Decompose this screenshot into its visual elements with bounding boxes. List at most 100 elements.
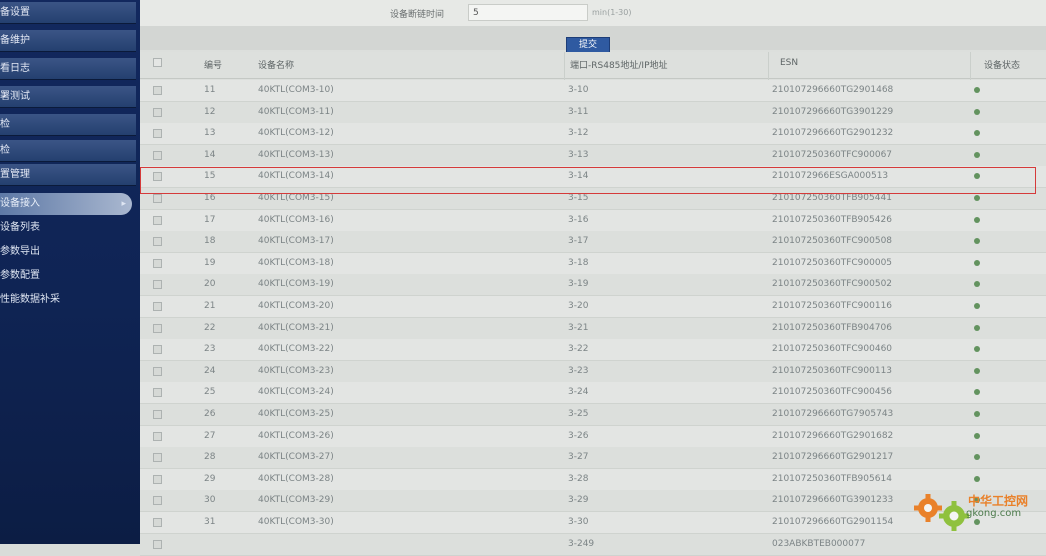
sidebar-subitem-label: 设备列表	[0, 222, 40, 233]
sidebar-subitem-3[interactable]: 参数配置	[0, 265, 136, 287]
sidebar-section-1[interactable]: 备维护	[0, 30, 136, 52]
row-checkbox[interactable]	[153, 345, 162, 355]
table-row[interactable]: 26 40KTL(COM3-25) 3-25 210107296660TG790574…	[140, 404, 1046, 426]
table-row[interactable]: 24 40KTL(COM3-23) 3-23 210107250360TFC90011…	[140, 360, 1046, 383]
row-checkbox[interactable]	[153, 539, 162, 549]
cell-esn: 210107250360TFC900508	[772, 236, 893, 247]
table-row[interactable]: 13 40KTL(COM3-12) 3-12 210107296660TG290123…	[140, 123, 1046, 146]
row-checkbox[interactable]	[153, 474, 162, 484]
sidebar-section-4[interactable]: 检	[0, 114, 136, 136]
watermark-title: 中华工控网	[968, 494, 1029, 508]
cell-port: 3-24	[568, 387, 589, 398]
column-header-status[interactable]: 设备状态	[984, 58, 1020, 71]
sidebar-subitem-1[interactable]: 设备列表	[0, 217, 136, 239]
row-checkbox[interactable]	[153, 107, 162, 117]
cell-no: 30	[204, 495, 216, 506]
table-row[interactable]: 25 40KTL(COM3-24) 3-24 210107250360TFC90045…	[140, 382, 1046, 405]
row-checkbox[interactable]	[153, 323, 162, 333]
row-checkbox[interactable]	[153, 86, 162, 95]
status-online-icon	[974, 108, 980, 115]
row-checkbox[interactable]	[153, 518, 162, 527]
select-all-checkbox[interactable]	[153, 58, 162, 67]
sidebar-section-5[interactable]: 检	[0, 140, 136, 162]
table-row[interactable]: 27 40KTL(COM3-26) 3-26 210107296660TG290168…	[140, 425, 1046, 448]
row-checkbox[interactable]	[153, 280, 162, 290]
column-header-port[interactable]: 端口-RS485地址/IP地址	[570, 58, 668, 71]
sidebar-subitem-2[interactable]: 参数导出	[0, 241, 136, 263]
row-checkbox[interactable]	[153, 237, 162, 247]
cell-device-name: 40KTL(COM3-12)	[258, 128, 334, 139]
cell-port: 3-29	[568, 495, 589, 506]
sidebar-subitem-4[interactable]: 性能数据补采	[0, 289, 136, 311]
table-row[interactable]: 21 40KTL(COM3-20) 3-20 210107250360TFC90011…	[140, 296, 1046, 318]
cell-no: 26	[204, 409, 216, 419]
table-row[interactable]: 23 40KTL(COM3-22) 3-22 210107250360TFC90046…	[140, 339, 1046, 362]
cell-device-name: 40KTL(COM3-24)	[258, 387, 334, 398]
cell-esn: 210107250360TFC900067	[772, 149, 893, 160]
cell-device-name: 40KTL(COM3-25)	[258, 409, 334, 419]
row-checkbox[interactable]	[153, 302, 162, 311]
table-row[interactable]: 18 40KTL(COM3-17) 3-17 210107250360TFC90050…	[140, 231, 1046, 254]
sidebar-subitem-label: 设备接入	[0, 198, 40, 209]
cell-device-name: 40KTL(COM3-11)	[258, 106, 334, 117]
row-checkbox[interactable]	[153, 453, 162, 463]
cell-device-name: 40KTL(COM3-27)	[258, 452, 334, 463]
sidebar-section-0[interactable]: 备设置	[0, 2, 136, 24]
disconnect-time-input[interactable]: 5	[468, 4, 588, 21]
sidebar-subitem-0[interactable]: 设备接入 ▸	[0, 193, 132, 215]
row-checkbox[interactable]	[153, 431, 162, 441]
cell-no: 27	[204, 430, 216, 441]
column-header-esn[interactable]: ESN	[780, 58, 798, 68]
cell-port: 3-26	[568, 430, 589, 441]
cell-esn: 210107296660TG3901233	[772, 495, 894, 506]
row-checkbox[interactable]	[153, 258, 162, 268]
cell-port: 3-28	[568, 473, 589, 484]
table-row[interactable]: 20 40KTL(COM3-19) 3-19 210107250360TFC90050…	[140, 274, 1046, 297]
table-row[interactable]: 28 40KTL(COM3-27) 3-27 210107296660TG290121…	[140, 447, 1046, 470]
table-row[interactable]: 11 40KTL(COM3-10) 3-10 210107296660TG290146…	[140, 80, 1046, 102]
cell-device-name: 40KTL(COM3-23)	[258, 365, 334, 376]
watermark-url: gkong.com	[966, 508, 1022, 519]
row-checkbox[interactable]	[153, 496, 162, 506]
cell-port: 3-11	[568, 106, 589, 117]
row-checkbox[interactable]	[153, 410, 162, 419]
status-online-icon	[974, 367, 980, 374]
status-online-icon	[974, 259, 980, 266]
sidebar-section-3[interactable]: 署测试	[0, 86, 136, 108]
row-checkbox[interactable]	[153, 150, 162, 160]
cell-device-name: 40KTL(COM3-18)	[258, 257, 334, 268]
status-online-icon	[974, 324, 980, 331]
column-header-name[interactable]: 设备名称	[258, 58, 294, 71]
cell-no: 24	[204, 365, 216, 376]
cell-port: 3-12	[568, 128, 589, 139]
status-online-icon	[974, 346, 980, 353]
cell-no: 17	[204, 214, 216, 225]
table-row[interactable]: 19 40KTL(COM3-18) 3-18 210107250360TFC90000…	[140, 252, 1046, 275]
column-header-no[interactable]: 编号	[204, 58, 222, 71]
table-header: 编号 设备名称 端口-RS485地址/IP地址 ESN 设备状态	[140, 52, 1046, 79]
row-checkbox[interactable]	[153, 129, 162, 139]
table-row[interactable]: 12 40KTL(COM3-11) 3-11 210107296660TG390122…	[140, 101, 1046, 124]
table-row[interactable]: 22 40KTL(COM3-21) 3-21 210107250360TFB90470…	[140, 317, 1046, 340]
sidebar-section-6[interactable]: 置管理	[0, 164, 136, 186]
row-checkbox[interactable]	[153, 215, 162, 225]
sidebar: 备设置 备维护 看日志 署测试检检置管理 设备接入 ▸ 设备列表 参数导出 参数配置 性能数据补采	[0, 0, 140, 544]
row-checkbox[interactable]	[153, 388, 162, 398]
cell-esn: 210107296660TG2901468	[772, 85, 894, 95]
status-online-icon	[974, 475, 980, 482]
disconnect-time-label: 设备断链时间	[390, 10, 445, 20]
cell-port: 3-18	[568, 257, 589, 268]
status-online-icon	[974, 411, 980, 417]
cell-device-name: 40KTL(COM3-30)	[258, 517, 334, 527]
sidebar-subitem-label: 参数配置	[0, 270, 40, 281]
table-row[interactable]: 14 40KTL(COM3-13) 3-13 210107250360TFC90006…	[140, 144, 1046, 167]
disconnect-time-hint: min(1-30)	[592, 8, 632, 17]
status-online-icon	[974, 130, 980, 137]
table-row[interactable]: 3-249 023ABKBTEB000077	[140, 533, 1046, 556]
table-row[interactable]: 17 40KTL(COM3-16) 3-16 210107250360TFB90542…	[140, 209, 1046, 232]
sidebar-section-2[interactable]: 看日志	[0, 58, 136, 80]
cell-port: 3-27	[568, 452, 589, 463]
sidebar-subitem-label: 性能数据补采	[0, 294, 60, 305]
row-checkbox[interactable]	[153, 366, 162, 376]
row-checkbox[interactable]	[153, 194, 162, 203]
